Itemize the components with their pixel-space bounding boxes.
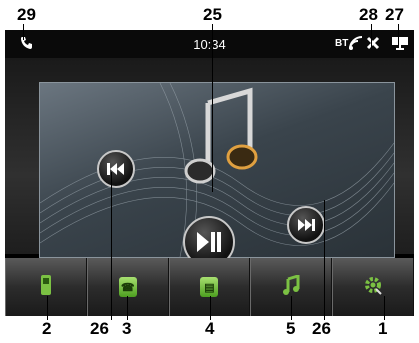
callout-26-left: 26 — [90, 319, 109, 338]
callout-4: 4 — [205, 319, 215, 338]
player-area — [5, 58, 414, 268]
monitor-icon[interactable] — [391, 35, 409, 54]
signal-icon — [349, 35, 363, 54]
leader-4 — [210, 296, 211, 320]
music-note-icon — [184, 87, 258, 184]
previous-track-button[interactable] — [97, 150, 135, 188]
phonebook-icon: ▤ — [200, 277, 219, 297]
leader-27 — [398, 24, 399, 46]
leader-1 — [384, 296, 385, 320]
callout-27: 27 — [385, 5, 404, 24]
bluetooth-label: BT — [335, 38, 349, 49]
leader-28 — [371, 24, 372, 48]
callout-1: 1 — [378, 319, 388, 338]
tools-icon[interactable] — [365, 35, 381, 54]
callout-28: 28 — [359, 5, 378, 24]
status-bar: 10:34 BT — [5, 30, 414, 58]
callout-25: 25 — [203, 5, 222, 24]
head-unit-screen: 10:34 BT ☎ ▤ — [5, 30, 414, 316]
leader-26-left — [111, 172, 112, 320]
leader-29 — [23, 24, 24, 40]
dock-mobile-button[interactable] — [5, 258, 87, 316]
next-track-icon — [298, 219, 315, 231]
callout-2: 2 — [42, 319, 52, 338]
mobile-phone-icon — [40, 274, 52, 301]
next-track-button[interactable] — [287, 206, 325, 244]
leader-26-right — [324, 200, 325, 320]
callout-29: 29 — [17, 5, 36, 24]
leader-25 — [212, 24, 213, 192]
callout-5: 5 — [286, 319, 296, 338]
settings-gear-icon — [363, 275, 383, 300]
callout-3: 3 — [122, 319, 132, 338]
leader-2 — [47, 296, 48, 320]
leader-3 — [127, 296, 128, 320]
leader-5 — [291, 296, 292, 320]
play-pause-icon — [197, 232, 221, 252]
callout-26-right: 26 — [312, 319, 331, 338]
previous-track-icon — [107, 163, 124, 175]
dialer-icon: ☎ — [118, 277, 137, 297]
dock-settings-button[interactable] — [332, 258, 414, 316]
